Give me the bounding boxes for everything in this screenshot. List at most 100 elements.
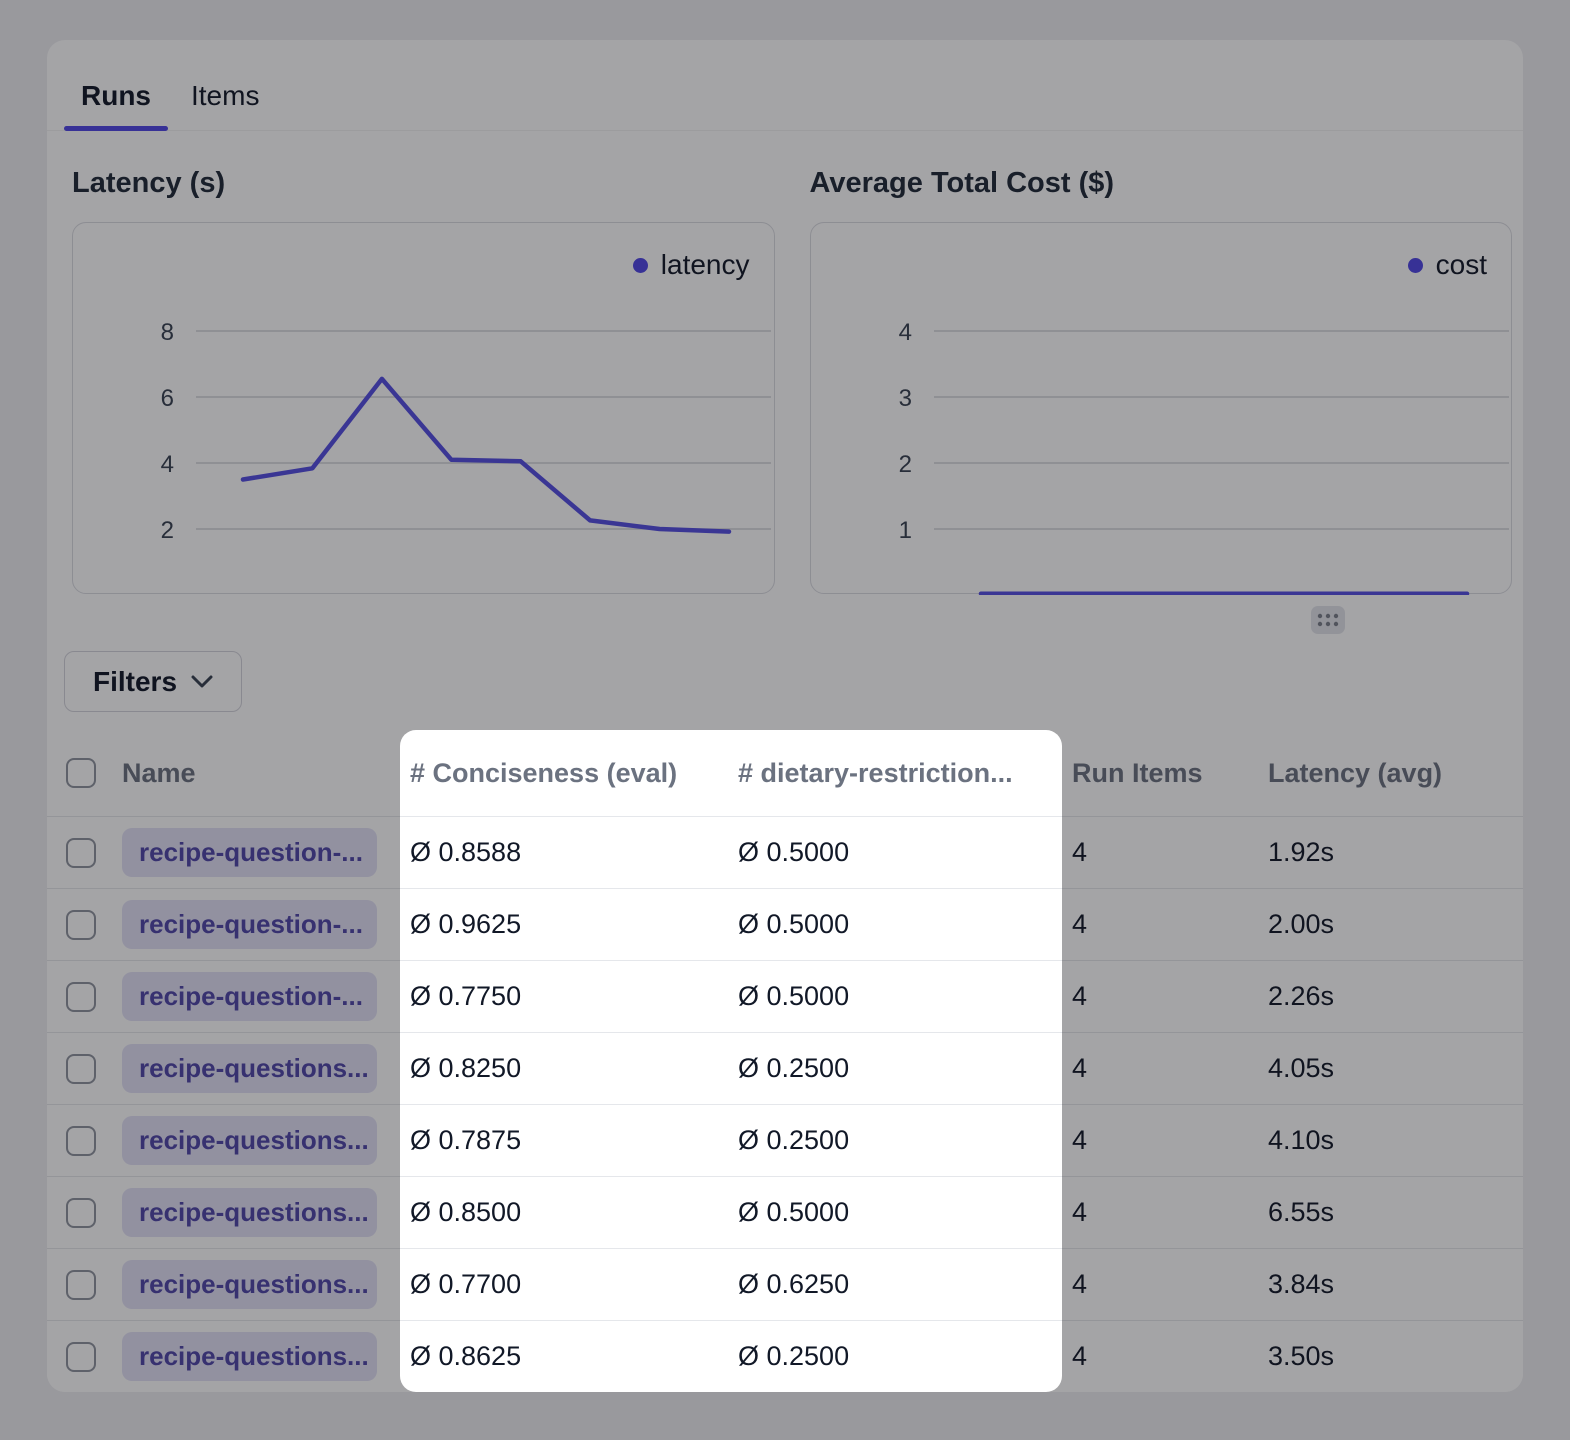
run-items-cell: 4 bbox=[1055, 981, 1251, 1012]
cost-legend-label: cost bbox=[1436, 249, 1487, 281]
cost-legend: cost bbox=[1408, 249, 1487, 281]
latency-chart-block: Latency (s) 8642 latency bbox=[72, 167, 775, 594]
run-items-cell: 4 bbox=[1055, 1269, 1251, 1300]
run-name-badge[interactable]: recipe-questions... bbox=[122, 1116, 377, 1165]
conciseness-score-cell: Ø 0.8625 bbox=[393, 1341, 721, 1372]
table-row: recipe-question-... Ø 0.7750 Ø 0.5000 4 … bbox=[47, 960, 1523, 1032]
run-name-badge[interactable]: recipe-question-... bbox=[122, 828, 377, 877]
column-header-dietary-restriction: # dietary-restriction... bbox=[721, 758, 1055, 789]
table-row: recipe-questions... Ø 0.8500 Ø 0.5000 4 … bbox=[47, 1176, 1523, 1248]
column-header-conciseness: # Conciseness (eval) bbox=[393, 758, 721, 789]
select-all-checkbox[interactable] bbox=[66, 758, 96, 788]
column-header-name: Name bbox=[105, 758, 393, 789]
latency-avg-cell: 2.26s bbox=[1251, 981, 1523, 1012]
dietary-restriction-score-cell: Ø 0.6250 bbox=[721, 1269, 1055, 1300]
row-checkbox-cell bbox=[47, 838, 105, 868]
latency-avg-cell: 4.10s bbox=[1251, 1125, 1523, 1156]
conciseness-score-cell: Ø 0.7700 bbox=[393, 1269, 721, 1300]
filters-row: Filters bbox=[64, 651, 1523, 712]
latency-avg-cell: 3.50s bbox=[1251, 1341, 1523, 1372]
dietary-restriction-score-cell: Ø 0.5000 bbox=[721, 981, 1055, 1012]
svg-text:2: 2 bbox=[898, 451, 911, 478]
conciseness-score-cell: Ø 0.8588 bbox=[393, 837, 721, 868]
run-name-cell: recipe-question-... bbox=[105, 972, 393, 1021]
latency-legend-dot-icon bbox=[633, 258, 648, 273]
latency-avg-cell: 2.00s bbox=[1251, 909, 1523, 940]
run-name-badge[interactable]: recipe-question-... bbox=[122, 972, 377, 1021]
run-name-badge[interactable]: recipe-questions... bbox=[122, 1332, 377, 1381]
cost-chart-block: Average Total Cost ($) 4 3 2 1 cost bbox=[810, 167, 1513, 594]
dietary-restriction-score-cell: Ø 0.5000 bbox=[721, 909, 1055, 940]
dietary-restriction-score-cell: Ø 0.2500 bbox=[721, 1053, 1055, 1084]
cost-chart-title: Average Total Cost ($) bbox=[810, 167, 1513, 200]
latency-avg-cell: 4.05s bbox=[1251, 1053, 1523, 1084]
latency-legend-label: latency bbox=[661, 249, 750, 281]
row-checkbox-cell bbox=[47, 1342, 105, 1372]
row-checkbox[interactable] bbox=[66, 1198, 96, 1228]
svg-text:4: 4 bbox=[898, 319, 911, 346]
column-header-latency-avg: Latency (avg) bbox=[1251, 758, 1523, 789]
row-checkbox-cell bbox=[47, 1270, 105, 1300]
conciseness-score-cell: Ø 0.9625 bbox=[393, 909, 721, 940]
charts-row: Latency (s) 8 6 4 2 latency Average Total C… bbox=[47, 167, 1523, 594]
row-checkbox-cell bbox=[47, 982, 105, 1012]
cost-legend-dot-icon bbox=[1408, 258, 1423, 273]
run-items-cell: 4 bbox=[1055, 1053, 1251, 1084]
run-name-cell: recipe-questions... bbox=[105, 1260, 393, 1309]
row-checkbox[interactable] bbox=[66, 1126, 96, 1156]
tab-runs[interactable]: Runs bbox=[64, 80, 168, 130]
tab-bar: Runs Items bbox=[47, 40, 1523, 131]
latency-chart-title: Latency (s) bbox=[72, 167, 775, 200]
run-name-cell: recipe-questions... bbox=[105, 1332, 393, 1381]
run-name-cell: recipe-question-... bbox=[105, 900, 393, 949]
table-body: recipe-question-... Ø 0.8588 Ø 0.5000 4 … bbox=[47, 816, 1523, 1392]
run-name-badge[interactable]: recipe-question-... bbox=[122, 900, 377, 949]
column-header-run-items: Run Items bbox=[1055, 758, 1251, 789]
row-checkbox-cell bbox=[47, 1126, 105, 1156]
run-items-cell: 4 bbox=[1055, 1341, 1251, 1372]
cost-chart: 4 3 2 1 cost bbox=[810, 222, 1513, 594]
row-checkbox[interactable] bbox=[66, 1270, 96, 1300]
select-all-cell bbox=[47, 758, 105, 788]
table-row: recipe-questions... Ø 0.7700 Ø 0.6250 4 … bbox=[47, 1248, 1523, 1320]
latency-avg-cell: 6.55s bbox=[1251, 1197, 1523, 1228]
conciseness-score-cell: Ø 0.7875 bbox=[393, 1125, 721, 1156]
latency-legend: latency bbox=[633, 249, 750, 281]
tab-items[interactable]: Items bbox=[174, 80, 276, 130]
run-items-cell: 4 bbox=[1055, 1197, 1251, 1228]
filters-button-label: Filters bbox=[93, 666, 177, 698]
run-items-cell: 4 bbox=[1055, 909, 1251, 940]
row-checkbox-cell bbox=[47, 1054, 105, 1084]
latency-avg-cell: 1.92s bbox=[1251, 837, 1523, 868]
table-row: recipe-questions... Ø 0.7875 Ø 0.2500 4 … bbox=[47, 1104, 1523, 1176]
dietary-restriction-score-cell: Ø 0.2500 bbox=[721, 1125, 1055, 1156]
run-name-badge[interactable]: recipe-questions... bbox=[122, 1044, 377, 1093]
chevron-down-icon bbox=[191, 675, 213, 688]
table-row: recipe-questions... Ø 0.8625 Ø 0.2500 4 … bbox=[47, 1320, 1523, 1392]
conciseness-score-cell: Ø 0.7750 bbox=[393, 981, 721, 1012]
svg-text:6: 6 bbox=[161, 385, 174, 412]
svg-text:1: 1 bbox=[898, 517, 911, 544]
runs-table: Name # Conciseness (eval) # dietary-rest… bbox=[47, 730, 1523, 1392]
row-checkbox-cell bbox=[47, 910, 105, 940]
row-checkbox[interactable] bbox=[66, 1054, 96, 1084]
table-row: recipe-question-... Ø 0.8588 Ø 0.5000 4 … bbox=[47, 816, 1523, 888]
dietary-restriction-score-cell: Ø 0.2500 bbox=[721, 1341, 1055, 1372]
run-name-badge[interactable]: recipe-questions... bbox=[122, 1188, 377, 1237]
row-checkbox[interactable] bbox=[66, 1342, 96, 1372]
filters-button[interactable]: Filters bbox=[64, 651, 242, 712]
svg-text:8: 8 bbox=[161, 319, 174, 346]
run-name-badge[interactable]: recipe-questions... bbox=[122, 1260, 377, 1309]
conciseness-score-cell: Ø 0.8250 bbox=[393, 1053, 721, 1084]
table-header-row: Name # Conciseness (eval) # dietary-rest… bbox=[47, 730, 1523, 816]
svg-text:2: 2 bbox=[161, 517, 174, 544]
row-checkbox[interactable] bbox=[66, 982, 96, 1012]
drag-handle-icon[interactable] bbox=[1311, 606, 1345, 634]
row-checkbox[interactable] bbox=[66, 910, 96, 940]
run-items-cell: 4 bbox=[1055, 1125, 1251, 1156]
conciseness-score-cell: Ø 0.8500 bbox=[393, 1197, 721, 1228]
run-name-cell: recipe-question-... bbox=[105, 828, 393, 877]
row-checkbox[interactable] bbox=[66, 838, 96, 868]
svg-text:3: 3 bbox=[898, 385, 911, 412]
latency-chart: 8642 latency bbox=[72, 222, 775, 594]
